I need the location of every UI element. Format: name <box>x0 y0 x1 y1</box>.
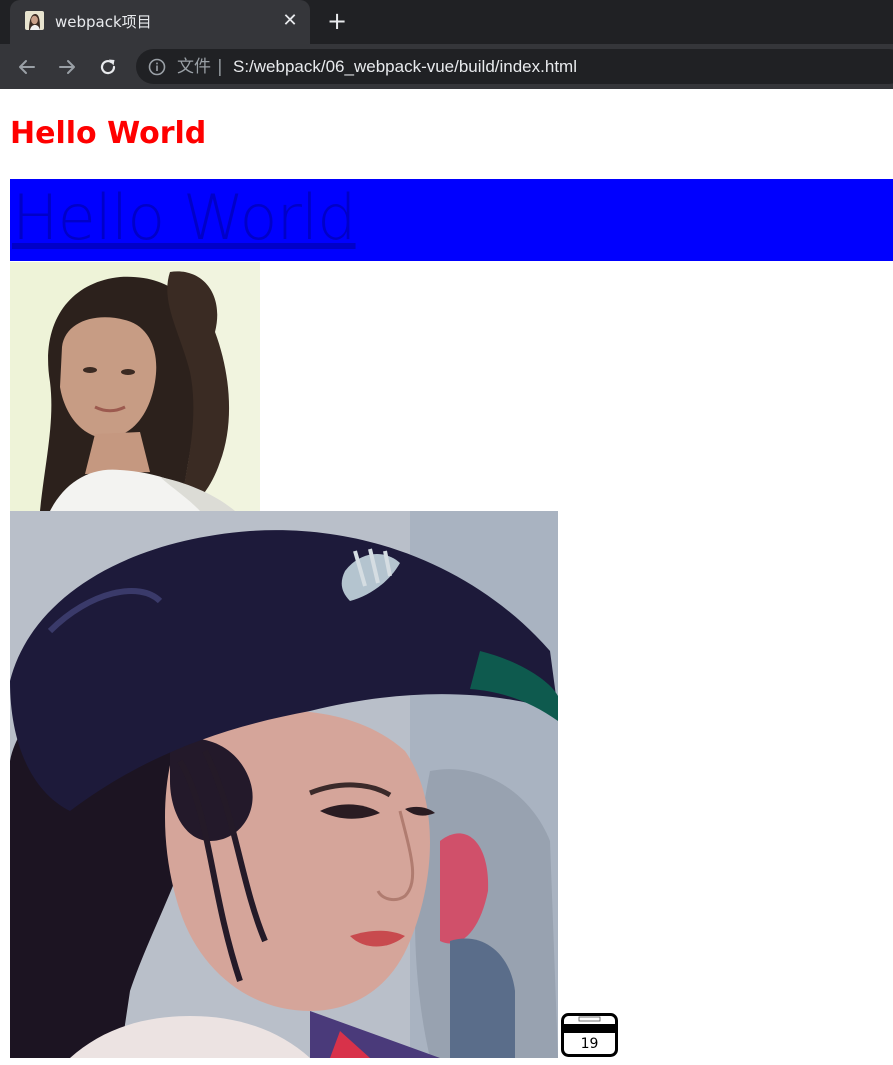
info-icon[interactable] <box>148 58 166 76</box>
reload-button[interactable] <box>95 54 121 80</box>
back-button[interactable] <box>14 54 40 80</box>
tab-close-icon[interactable]: ✕ <box>280 11 300 31</box>
new-tab-button[interactable]: + <box>326 9 348 33</box>
browser-toolbar: 文件 | S:/webpack/06_webpack-vue/build/ind… <box>0 44 893 89</box>
arrow-right-icon <box>59 60 75 74</box>
page-heading: Hello World <box>10 116 207 151</box>
tab-title: webpack项目 <box>55 13 152 31</box>
reload-icon <box>100 59 116 75</box>
address-bar[interactable]: 文件 | S:/webpack/06_webpack-vue/build/ind… <box>136 49 893 84</box>
forward-button[interactable] <box>54 54 80 80</box>
small-icon-number: 19 <box>581 1036 599 1052</box>
browser-tabstrip: webpack项目 ✕ + <box>0 0 893 44</box>
url-separator: | <box>217 57 223 77</box>
portrait-favicon-icon <box>25 11 44 30</box>
portrait-photo-2 <box>10 511 558 1058</box>
url-scheme-label: 文件 <box>177 57 211 77</box>
page-viewport: Hello World Hello World 19 <box>0 89 893 1065</box>
portrait-photo-1 <box>10 262 260 511</box>
small-calendar-icon: 19 <box>561 1013 618 1057</box>
arrow-left-icon <box>19 60 35 74</box>
browser-tab-active[interactable]: webpack项目 ✕ <box>10 0 310 44</box>
url-text[interactable]: S:/webpack/06_webpack-vue/build/index.ht… <box>233 56 577 78</box>
blue-banner: Hello World <box>10 179 893 261</box>
blue-banner-link[interactable]: Hello World <box>12 179 357 257</box>
